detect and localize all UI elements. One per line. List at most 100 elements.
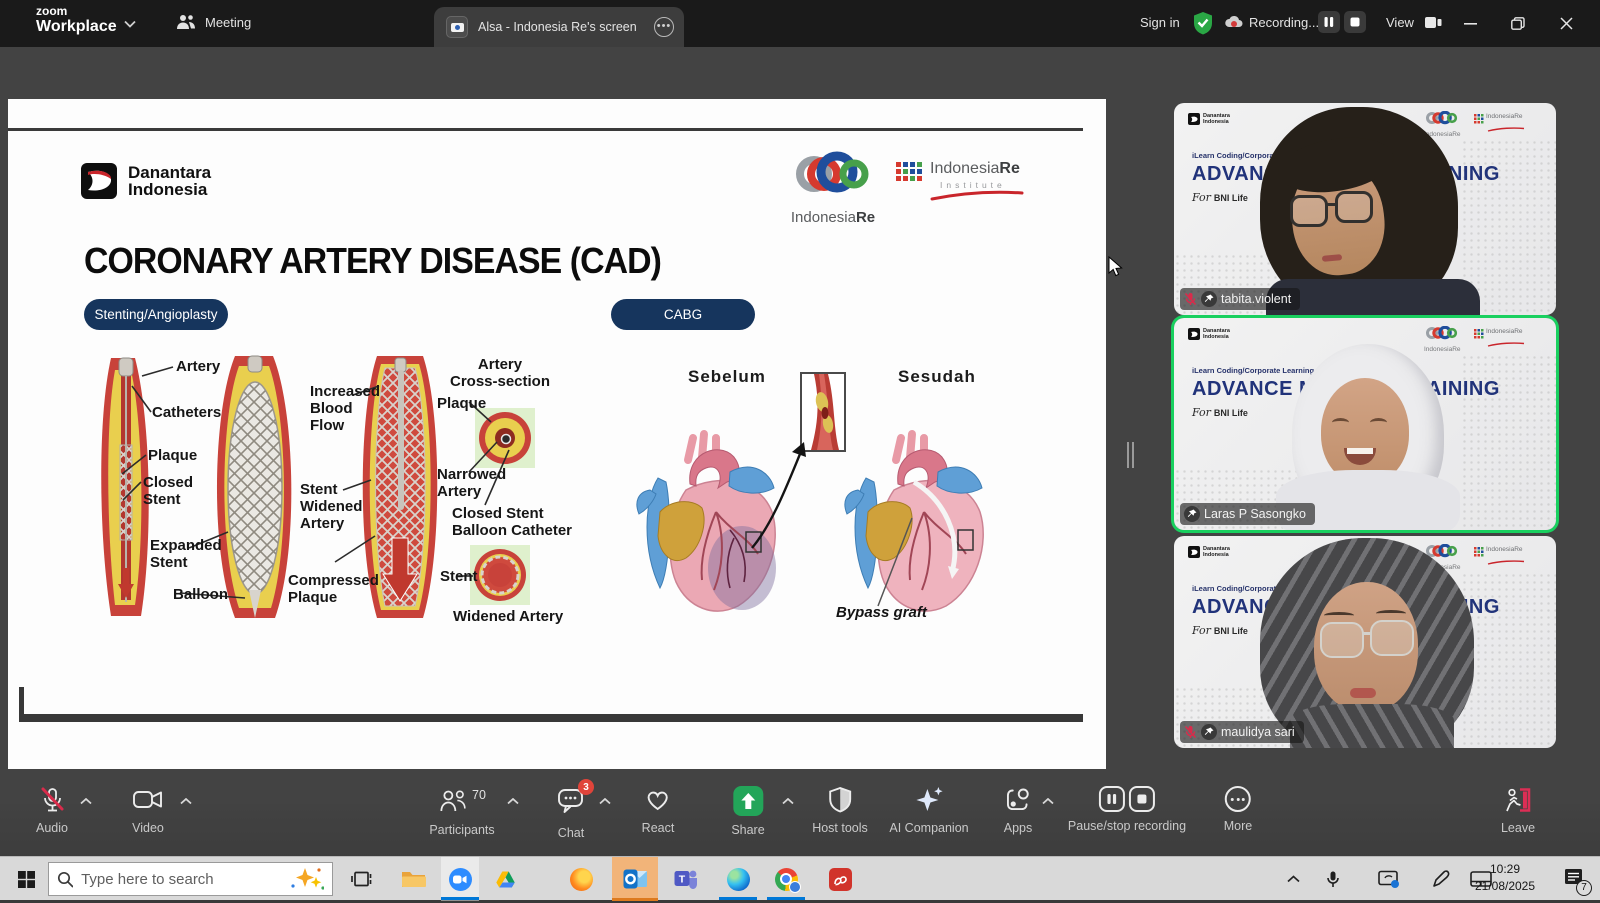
teams-icon: T bbox=[674, 868, 698, 890]
start-button[interactable] bbox=[10, 857, 42, 901]
copilot-sparkle-icon[interactable] bbox=[288, 866, 324, 892]
chat-options-chevron[interactable] bbox=[599, 798, 611, 805]
institute-grid-icon bbox=[896, 162, 922, 192]
label-bypass-graft: Bypass graft bbox=[836, 604, 927, 621]
pill-cabg: CABG bbox=[611, 299, 755, 330]
tray-pen-button[interactable] bbox=[1424, 857, 1456, 901]
more-button[interactable]: More bbox=[1224, 786, 1252, 833]
audio-button[interactable]: Audio bbox=[36, 786, 68, 835]
participants-options-chevron[interactable] bbox=[507, 798, 519, 805]
participant-name: tabita.violent bbox=[1221, 292, 1291, 306]
apps-icon bbox=[1004, 786, 1032, 814]
video-tile-maulidya[interactable]: DanantaraIndonesia IndonesiaRe Indonesia… bbox=[1174, 536, 1556, 748]
label-sesudah: Sesudah bbox=[898, 367, 976, 387]
tray-mic-icon bbox=[1327, 871, 1339, 888]
notification-center-button[interactable]: 7 bbox=[1556, 857, 1592, 901]
sign-in-link[interactable]: Sign in bbox=[1140, 15, 1180, 30]
pause-recording-icon[interactable] bbox=[1099, 786, 1125, 812]
label-cross-title: Artery Cross-section bbox=[445, 356, 555, 390]
acrobat-button[interactable] bbox=[824, 857, 856, 901]
tile-bg-client: ForBNI Life bbox=[1192, 406, 1248, 419]
clock-time: 10:29 bbox=[1462, 861, 1548, 878]
maximize-button[interactable] bbox=[1495, 0, 1541, 47]
task-view-icon bbox=[351, 870, 373, 888]
tab-meeting[interactable]: Meeting bbox=[176, 13, 251, 31]
close-button[interactable] bbox=[1543, 0, 1589, 47]
tray-display-icon bbox=[1378, 870, 1400, 888]
outlook-icon bbox=[623, 868, 648, 890]
participant-name: maulidya sari bbox=[1221, 725, 1295, 739]
apps-button[interactable]: Apps bbox=[1004, 786, 1033, 835]
label-artery: Artery bbox=[176, 358, 220, 375]
security-shield-icon[interactable] bbox=[1192, 11, 1214, 35]
file-explorer-button[interactable] bbox=[397, 857, 429, 901]
video-options-chevron[interactable] bbox=[180, 798, 192, 805]
indonesiare-text: Indonesia bbox=[791, 209, 856, 226]
share-button[interactable]: Share bbox=[731, 786, 764, 837]
video-tile-tabita[interactable]: DanantaraIndonesia IndonesiaRe Indonesia… bbox=[1174, 103, 1556, 315]
audio-options-chevron[interactable] bbox=[80, 798, 92, 805]
mouse-cursor bbox=[1108, 256, 1124, 278]
share-icon bbox=[733, 786, 763, 816]
indonesiare-rings-icon bbox=[790, 146, 876, 204]
label-stent-widened: Stent Widened Artery bbox=[300, 481, 362, 532]
tab-options-icon[interactable]: ••• bbox=[654, 17, 674, 37]
tab-shared-screen[interactable]: Alsa - Indonesia Re's screen ••• bbox=[434, 7, 684, 47]
minimize-button[interactable] bbox=[1447, 0, 1493, 47]
pause-stop-recording-button[interactable]: Pause/stop recording bbox=[1068, 786, 1186, 833]
participants-button[interactable]: 70 Participants bbox=[429, 786, 494, 837]
edge-button[interactable] bbox=[722, 857, 754, 901]
meeting-tab-label: Meeting bbox=[205, 15, 251, 30]
ai-companion-button[interactable]: AI Companion bbox=[889, 786, 968, 835]
chrome-profile-badge bbox=[789, 881, 801, 893]
institute-brand-re: Re bbox=[999, 160, 1019, 177]
institute-swoosh-icon bbox=[930, 190, 1026, 202]
share-options-chevron[interactable] bbox=[782, 798, 794, 805]
chevron-up-icon bbox=[1287, 875, 1300, 883]
tray-hidden-icons-button[interactable] bbox=[1278, 857, 1308, 901]
google-drive-button[interactable] bbox=[489, 857, 521, 901]
zoom-workplace-logo: zoom Workplace bbox=[36, 5, 117, 36]
react-button[interactable]: React bbox=[642, 786, 675, 835]
task-view-button[interactable] bbox=[346, 857, 378, 901]
tile-institute-logo: IndonesiaRe bbox=[1486, 546, 1526, 571]
chrome-button[interactable] bbox=[770, 857, 802, 901]
participant-name: Laras P Sasongko bbox=[1204, 507, 1306, 521]
tray-display-button[interactable] bbox=[1372, 857, 1406, 901]
muted-mic-icon bbox=[1184, 725, 1197, 739]
zoom-app-button[interactable] bbox=[444, 857, 476, 901]
pill-stenting: Stenting/Angioplasty bbox=[84, 299, 228, 330]
tray-mic-button[interactable] bbox=[1318, 857, 1348, 901]
stop-recording-button[interactable] bbox=[1344, 11, 1366, 33]
apps-options-chevron[interactable] bbox=[1042, 798, 1054, 805]
stop-recording-icon[interactable] bbox=[1129, 786, 1155, 812]
panel-divider-handle[interactable] bbox=[1127, 442, 1134, 468]
chevron-down-icon[interactable] bbox=[124, 20, 136, 28]
taskbar-clock[interactable]: 10:29 21/08/2025 bbox=[1462, 861, 1548, 895]
host-tools-button[interactable]: Host tools bbox=[812, 786, 868, 835]
label-expanded-stent: Expanded Stent bbox=[150, 537, 222, 571]
video-tile-laras[interactable]: DanantaraIndonesia IndonesiaRe Indonesia… bbox=[1174, 318, 1556, 530]
label-closed-stent: Closed Stent bbox=[143, 474, 193, 508]
leave-button[interactable]: Leave bbox=[1501, 786, 1535, 835]
view-layout-icon[interactable] bbox=[1424, 15, 1442, 31]
participant-name-label: tabita.violent bbox=[1180, 288, 1300, 310]
zoom-titlebar: zoom Workplace Meeting Alsa - Indonesia … bbox=[0, 0, 1600, 47]
taskbar-search-input[interactable] bbox=[81, 871, 280, 888]
danantara-logo: Danantara Indonesia bbox=[80, 162, 211, 200]
taskbar-search[interactable] bbox=[48, 862, 333, 896]
teams-button[interactable]: T bbox=[670, 857, 702, 901]
tile-bg-client: ForBNI Life bbox=[1192, 191, 1248, 204]
people-icon bbox=[176, 13, 196, 31]
outlook-button[interactable] bbox=[619, 857, 651, 901]
shared-screen-thumbnail-icon bbox=[446, 16, 468, 38]
chat-button[interactable]: 3 Chat bbox=[557, 786, 585, 840]
workplace-logo-text: Workplace bbox=[36, 18, 117, 36]
presentation-window-edge bbox=[19, 687, 24, 722]
firefox-button[interactable] bbox=[565, 857, 597, 901]
pause-recording-button[interactable] bbox=[1318, 11, 1340, 33]
danantara-text-line2: Indonesia bbox=[128, 181, 211, 198]
label-stent: Stent bbox=[440, 568, 478, 585]
video-button[interactable]: Video bbox=[132, 786, 164, 835]
view-button[interactable]: View bbox=[1386, 15, 1414, 30]
